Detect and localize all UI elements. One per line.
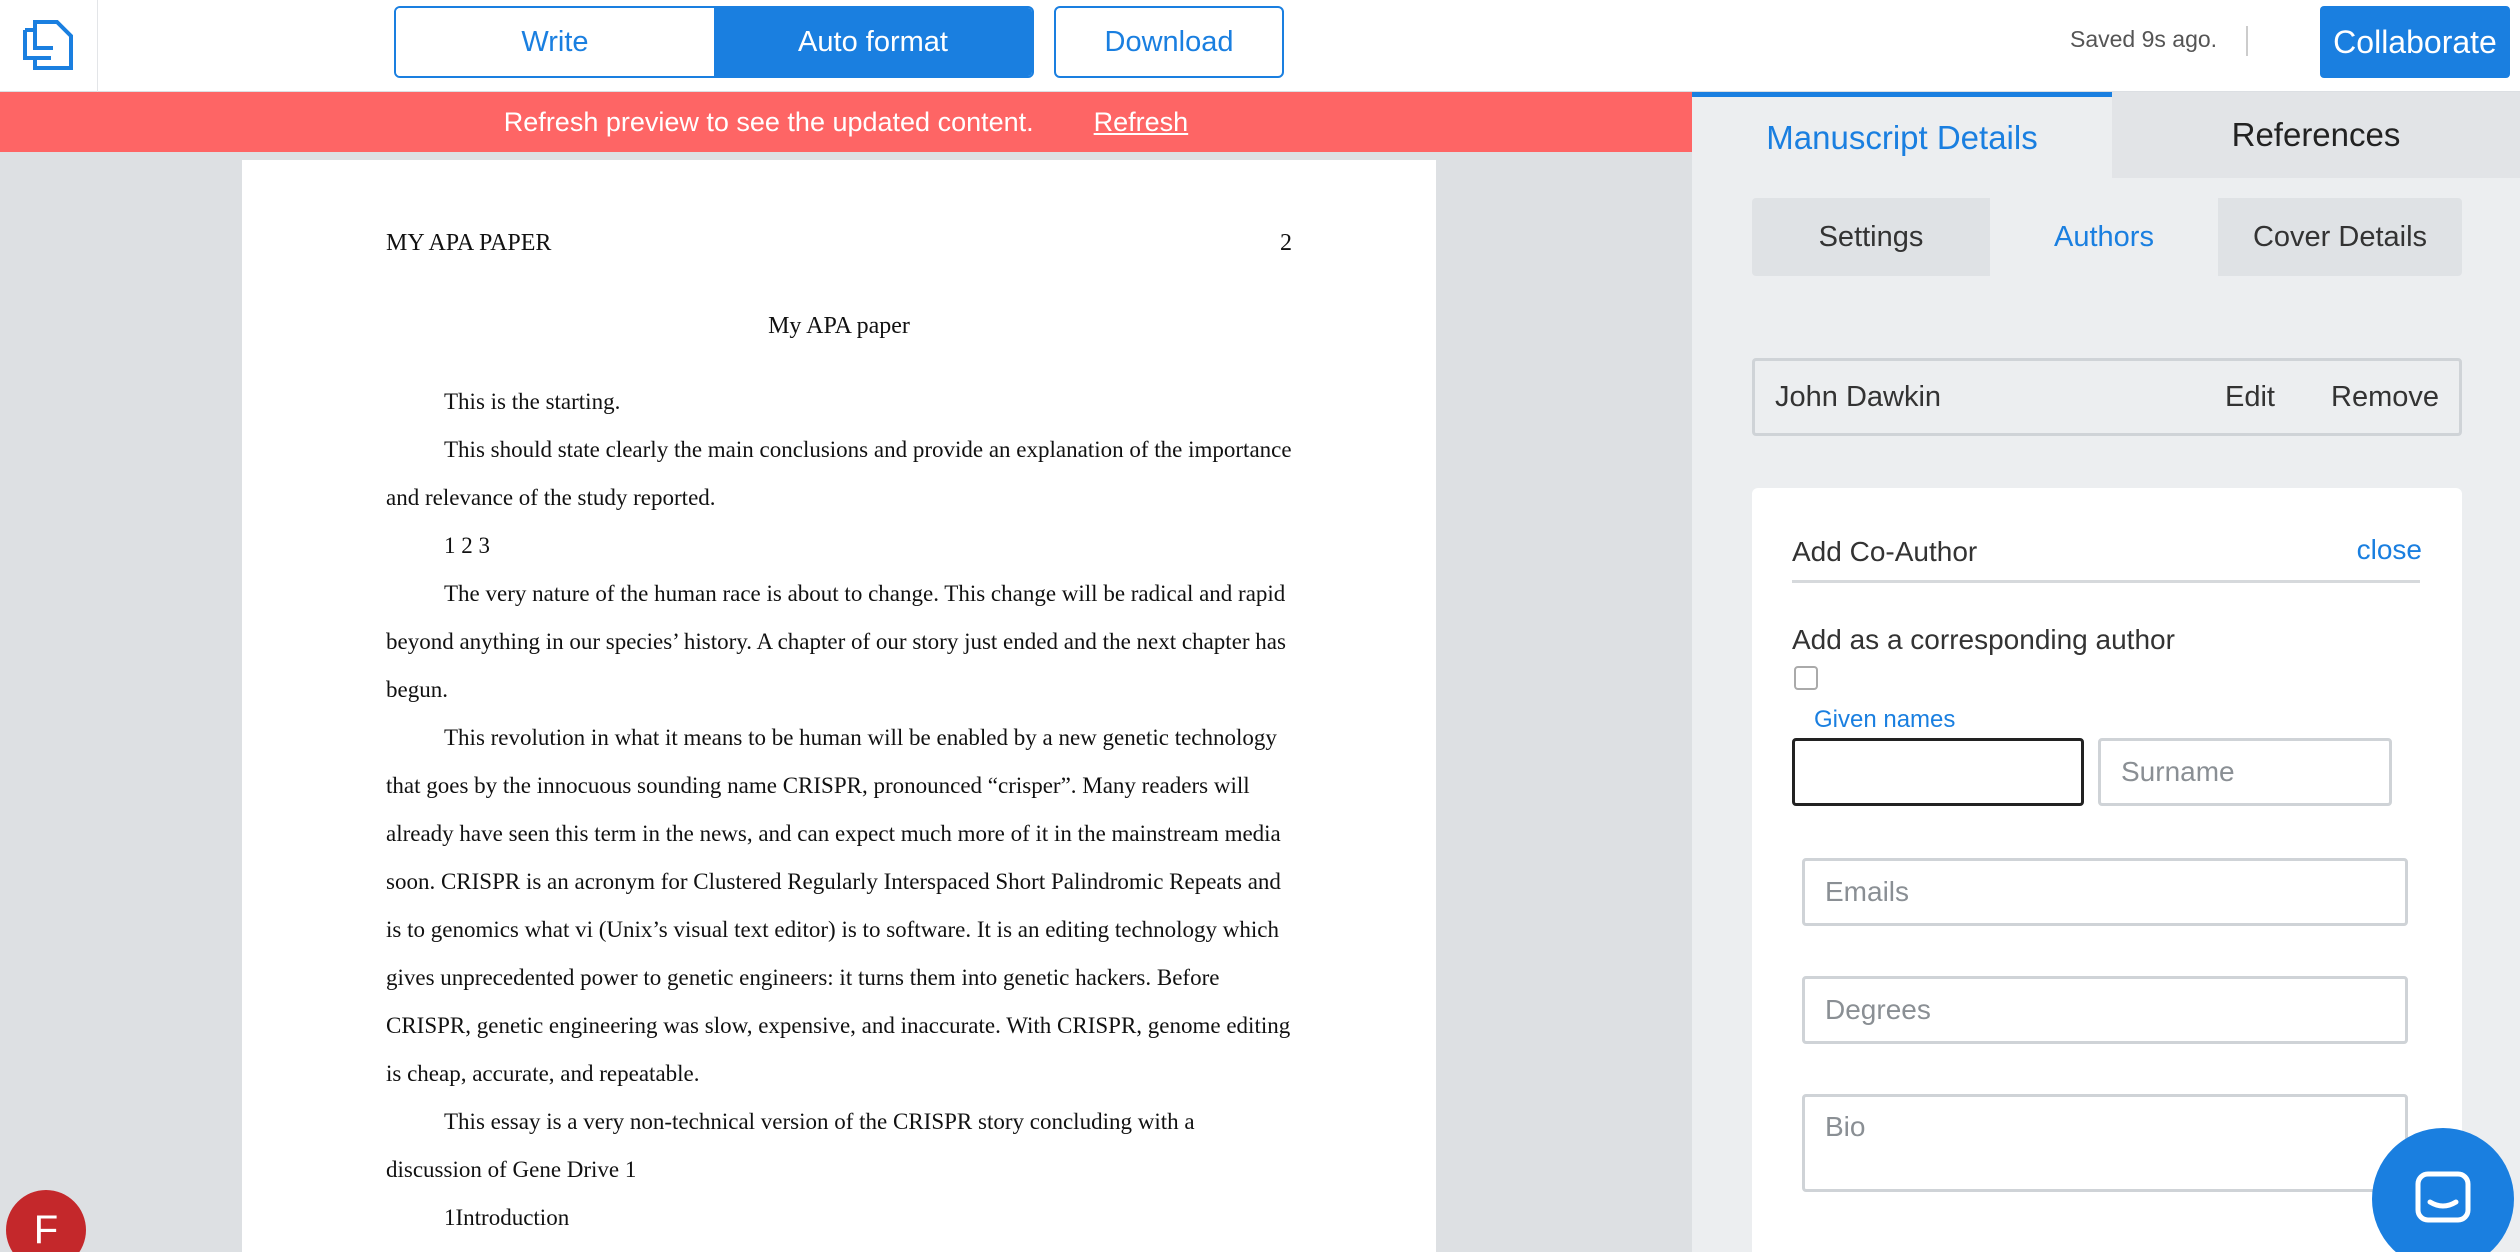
manuscript-subtabs: Settings Authors Cover Details [1752,198,2462,276]
corresponding-author-label: Add as a corresponding author [1792,624,2175,655]
user-avatar[interactable]: F [6,1190,86,1252]
author-row: John Dawkin Edit Remove [1752,358,2462,436]
paragraph: 1Introduction [444,1205,570,1230]
refresh-banner: Refresh preview to see the updated conte… [0,92,1692,152]
surname-input[interactable] [2098,738,2392,806]
running-header: MY APA PAPER 2 [386,230,1292,257]
paragraph: 1 2 3 [444,533,490,558]
document-page: MY APA PAPER 2 My APA paper This is the … [242,160,1436,1252]
edit-author-button[interactable]: Edit [2225,381,2275,414]
app-logo[interactable] [0,0,98,92]
emails-input[interactable] [1802,858,2408,926]
paragraph: This is the starting. [444,389,621,414]
banner-message: Refresh preview to see the updated conte… [503,106,1034,137]
running-head-text: MY APA PAPER [386,230,552,256]
auto-format-button[interactable]: Auto format [714,8,1032,76]
logo-icon [22,20,73,70]
panel-tabs: Manuscript Details References [1692,92,2520,178]
refresh-link[interactable]: Refresh [1094,107,1189,138]
mode-toggle: Write Auto format [394,6,1034,78]
paragraph: This essay is a very non-technical versi… [386,1109,1195,1182]
tab-manuscript-details[interactable]: Manuscript Details [1692,92,2112,178]
form-title: Add Co-Author [1792,536,1978,567]
remove-author-button[interactable]: Remove [2331,381,2439,414]
download-button[interactable]: Download [1054,6,1284,78]
given-names-input[interactable] [1792,738,2084,806]
paragraph: The very nature of the human race is abo… [386,581,1286,702]
author-name: John Dawkin [1775,380,1942,413]
write-button[interactable]: Write [396,8,714,76]
form-divider [1792,580,2420,583]
add-coauthor-form: Add Co-Author close Add as a correspondi… [1752,488,2462,1252]
subtab-settings[interactable]: Settings [1752,198,1990,276]
document-title: My APA paper [768,313,910,339]
save-status: Saved 9s ago. [2070,26,2218,52]
top-toolbar: Write Auto format Download Saved 9s ago.… [0,0,2520,92]
collaborate-button[interactable]: Collaborate [2320,6,2510,78]
bio-textarea[interactable] [1802,1094,2408,1192]
degrees-input[interactable] [1802,976,2408,1044]
subtab-cover-details[interactable]: Cover Details [2218,198,2462,276]
corresponding-author-checkbox[interactable] [1794,666,1818,690]
details-panel: Manuscript Details References Settings A… [1692,92,2520,1252]
document-body: This is the starting. This should state … [386,378,1292,1242]
given-names-label: Given names [1814,706,1956,733]
divider [2246,26,2248,56]
paragraph: This should state clearly the main concl… [386,437,1292,510]
paragraph: This revolution in what it means to be h… [386,725,1291,1086]
close-form-link[interactable]: close [2357,534,2422,566]
tab-references[interactable]: References [2112,92,2520,178]
page-number: 2 [1280,230,1292,256]
subtab-authors[interactable]: Authors [1990,198,2218,276]
chat-icon [2415,1171,2471,1223]
